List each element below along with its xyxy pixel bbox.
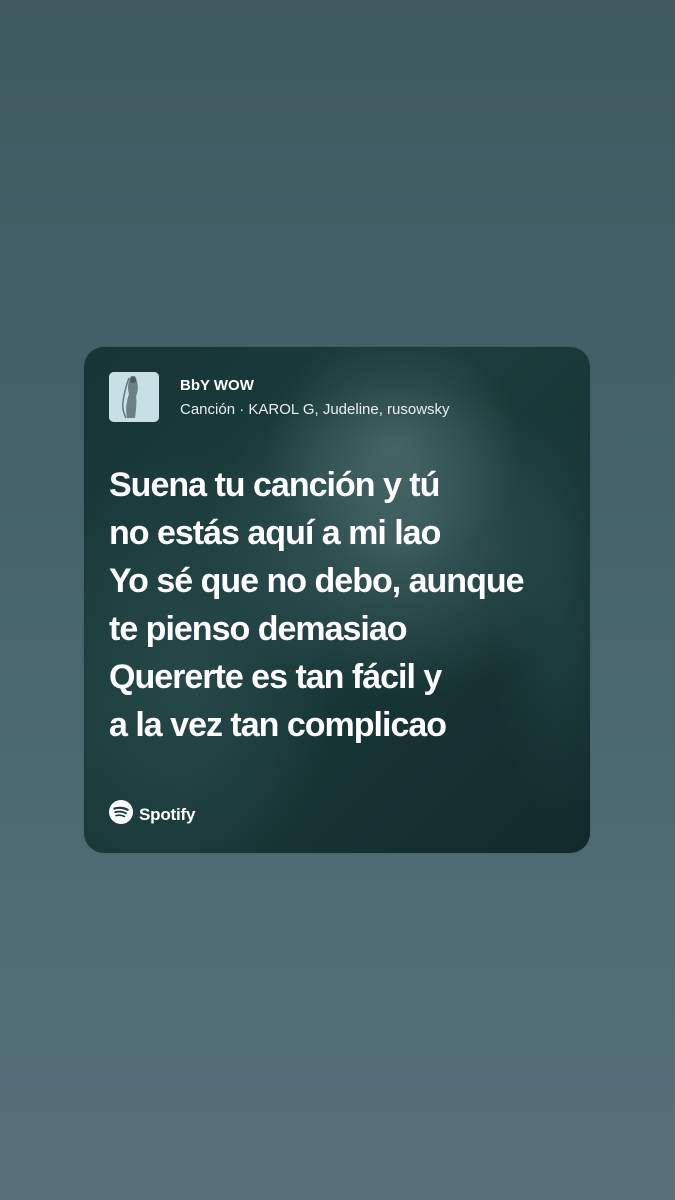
- lyrics-block: Suena tu canción y tú no estás aquí a mi…: [109, 461, 525, 749]
- lyric-line: Quererte es tan fácil y: [109, 658, 442, 696]
- lyric-line: Yo sé que no debo, aunque: [109, 562, 525, 600]
- lyrics-share-card: BbY WOW Canción · KAROL G, Judeline, rus…: [84, 347, 590, 853]
- song-subtitle: Canción · KAROL G, Judeline, rusowsky: [180, 400, 450, 418]
- spotify-logo-icon: [109, 800, 133, 829]
- track-header: BbY WOW Canción · KAROL G, Judeline, rus…: [109, 372, 450, 422]
- album-cover: [109, 372, 159, 422]
- song-title: BbY WOW: [180, 376, 254, 394]
- lyric-line: Suena tu canción y tú: [109, 466, 440, 504]
- spotify-wordmark: Spotify: [139, 804, 196, 824]
- lyric-line: te pienso demasiao: [109, 610, 408, 648]
- spotify-brand: Spotify: [109, 800, 195, 829]
- lyric-line: no estás aquí a mi lao: [109, 514, 441, 552]
- lyric-line: a la vez tan complicao: [109, 706, 447, 744]
